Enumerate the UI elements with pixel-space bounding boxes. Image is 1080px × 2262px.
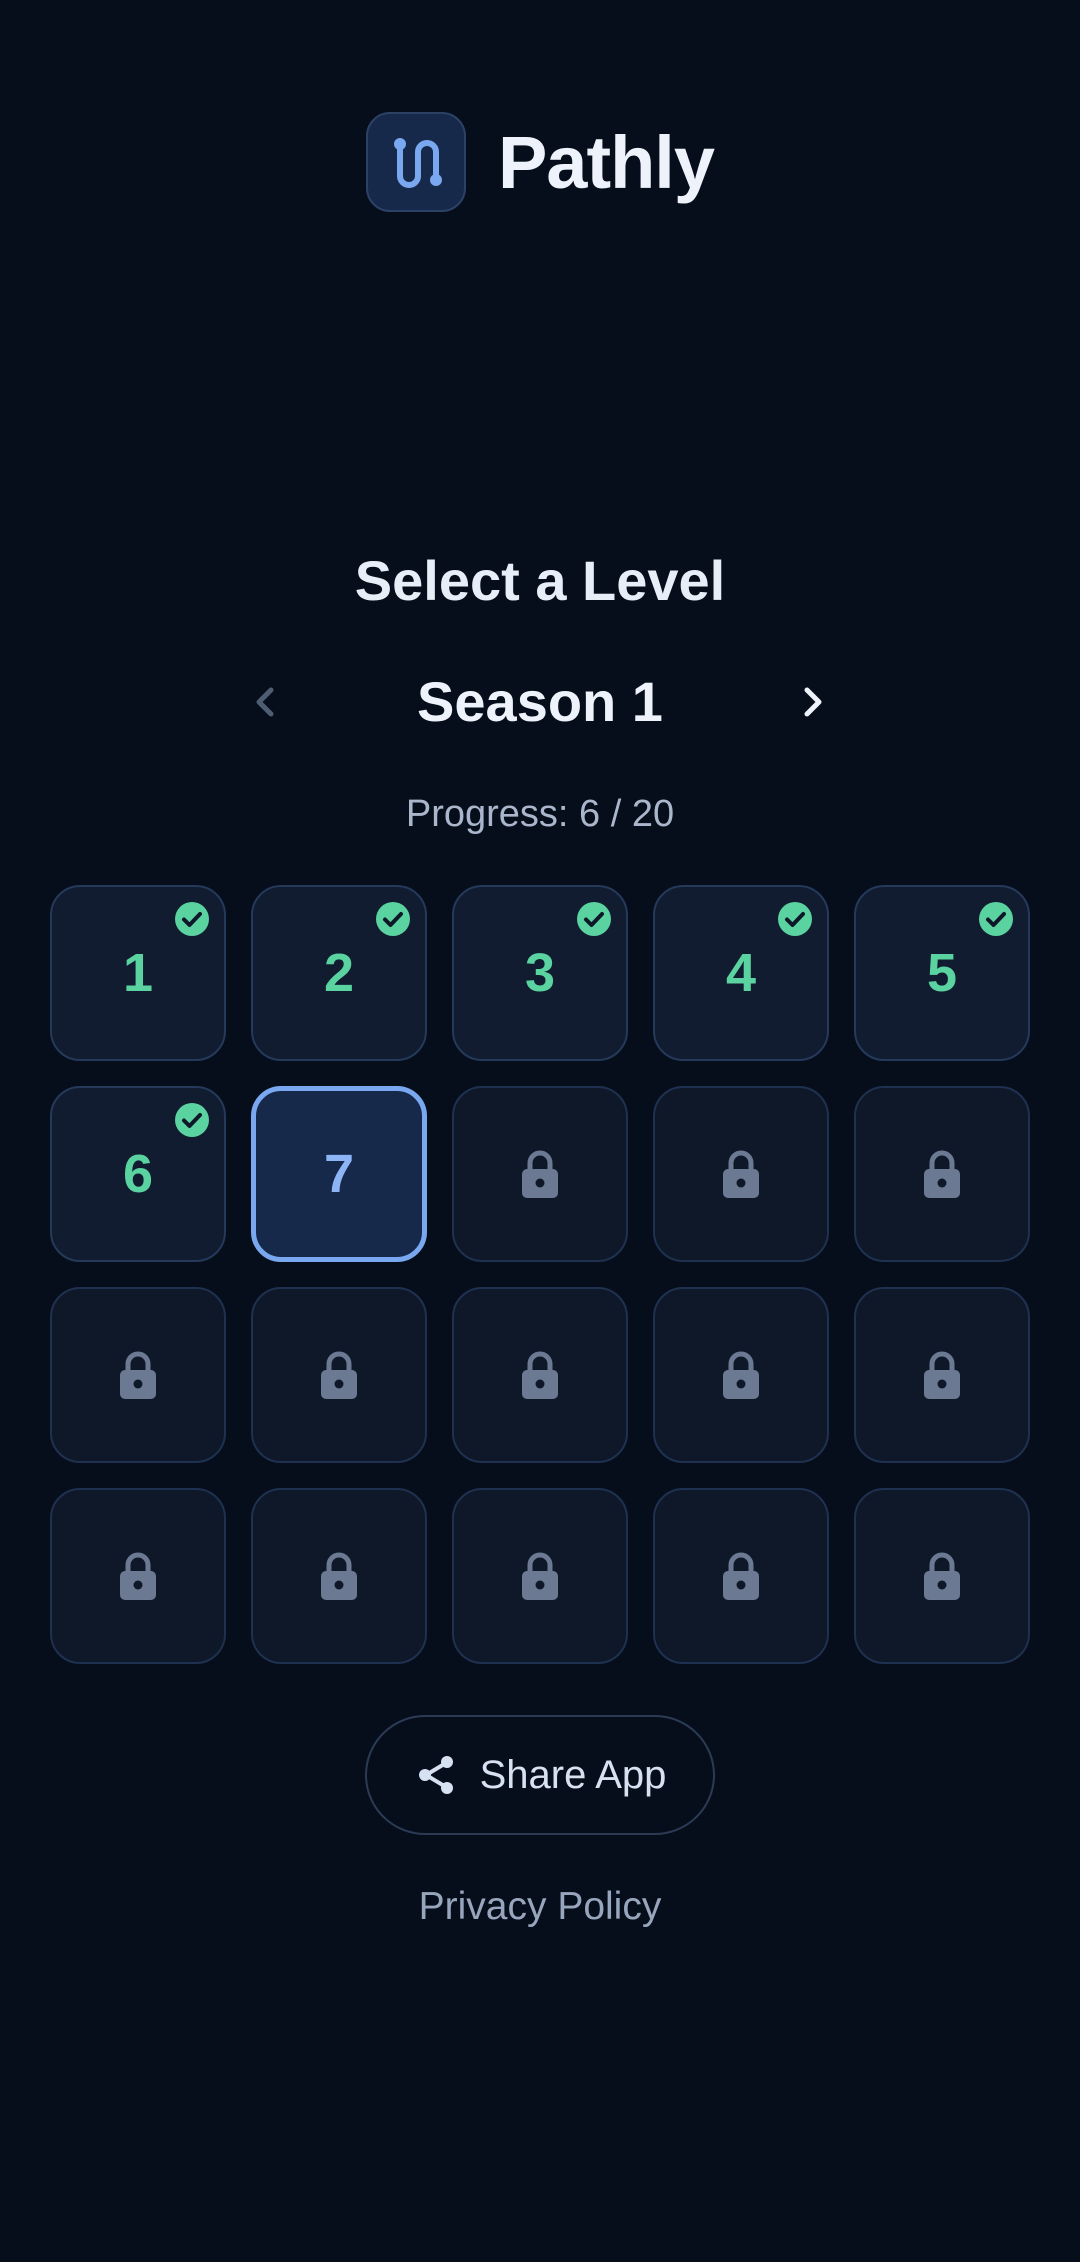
check-circle-icon xyxy=(576,901,612,937)
level-tile-14 xyxy=(653,1287,829,1463)
check-circle-icon xyxy=(174,901,210,937)
check-circle-icon xyxy=(174,1102,210,1138)
app-name: Pathly xyxy=(497,120,715,204)
level-tile-9 xyxy=(653,1086,829,1262)
level-number: 4 xyxy=(725,943,757,1003)
level-tile-1[interactable]: 1 xyxy=(50,885,226,1061)
level-tile-8 xyxy=(452,1086,628,1262)
level-tile-15 xyxy=(854,1287,1030,1463)
app-header: Pathly xyxy=(0,110,1080,214)
level-tile-3[interactable]: 3 xyxy=(452,885,628,1061)
share-app-label: Share App xyxy=(479,1752,667,1797)
lock-icon xyxy=(924,1150,960,1198)
level-number: 3 xyxy=(524,943,556,1003)
level-tile-17 xyxy=(251,1488,427,1664)
share-app-button[interactable]: Share App xyxy=(365,1715,715,1835)
level-tile-16 xyxy=(50,1488,226,1664)
app-logo xyxy=(365,112,466,212)
level-grid: 1 2 3 4 5 6 7 xyxy=(50,885,1030,1664)
next-season-button[interactable] xyxy=(782,672,842,732)
page-title: Select a Level xyxy=(354,549,726,612)
level-number: 2 xyxy=(323,943,355,1003)
level-tile-10 xyxy=(854,1086,1030,1262)
level-tile-6[interactable]: 6 xyxy=(50,1086,226,1262)
lock-icon xyxy=(924,1552,960,1600)
check-circle-icon xyxy=(978,901,1014,937)
level-number: 1 xyxy=(122,943,154,1003)
level-tile-7[interactable]: 7 xyxy=(251,1086,427,1262)
lock-icon xyxy=(723,1552,759,1600)
level-tile-12 xyxy=(251,1287,427,1463)
level-tile-19 xyxy=(653,1488,829,1664)
check-circle-icon xyxy=(375,901,411,937)
season-name: Season 1 xyxy=(417,670,663,733)
level-tile-11 xyxy=(50,1287,226,1463)
progress-text: Progress: 6 / 20 xyxy=(405,793,675,835)
chevron-right-icon xyxy=(804,687,822,717)
lock-icon xyxy=(723,1351,759,1399)
level-tile-18 xyxy=(452,1488,628,1664)
lock-icon xyxy=(522,1552,558,1600)
chevron-left-icon xyxy=(256,687,274,717)
lock-icon xyxy=(120,1552,156,1600)
level-tile-13 xyxy=(452,1287,628,1463)
path-route-icon xyxy=(393,138,442,188)
lock-icon xyxy=(321,1552,357,1600)
level-number: 5 xyxy=(926,943,958,1003)
level-tile-20 xyxy=(854,1488,1030,1664)
lock-icon xyxy=(924,1351,960,1399)
level-tile-4[interactable]: 4 xyxy=(653,885,829,1061)
level-number: 6 xyxy=(122,1144,154,1204)
previous-season-button[interactable] xyxy=(236,672,296,732)
lock-icon xyxy=(120,1351,156,1399)
lock-icon xyxy=(522,1351,558,1399)
lock-icon xyxy=(321,1351,357,1399)
lock-icon xyxy=(723,1150,759,1198)
season-selector: Season 1 xyxy=(0,660,1080,744)
level-number: 7 xyxy=(323,1144,355,1204)
share-icon xyxy=(418,1756,453,1794)
level-tile-5[interactable]: 5 xyxy=(854,885,1030,1061)
level-tile-2[interactable]: 2 xyxy=(251,885,427,1061)
privacy-policy-link[interactable]: Privacy Policy xyxy=(0,1885,1080,1929)
check-circle-icon xyxy=(777,901,813,937)
lock-icon xyxy=(522,1150,558,1198)
